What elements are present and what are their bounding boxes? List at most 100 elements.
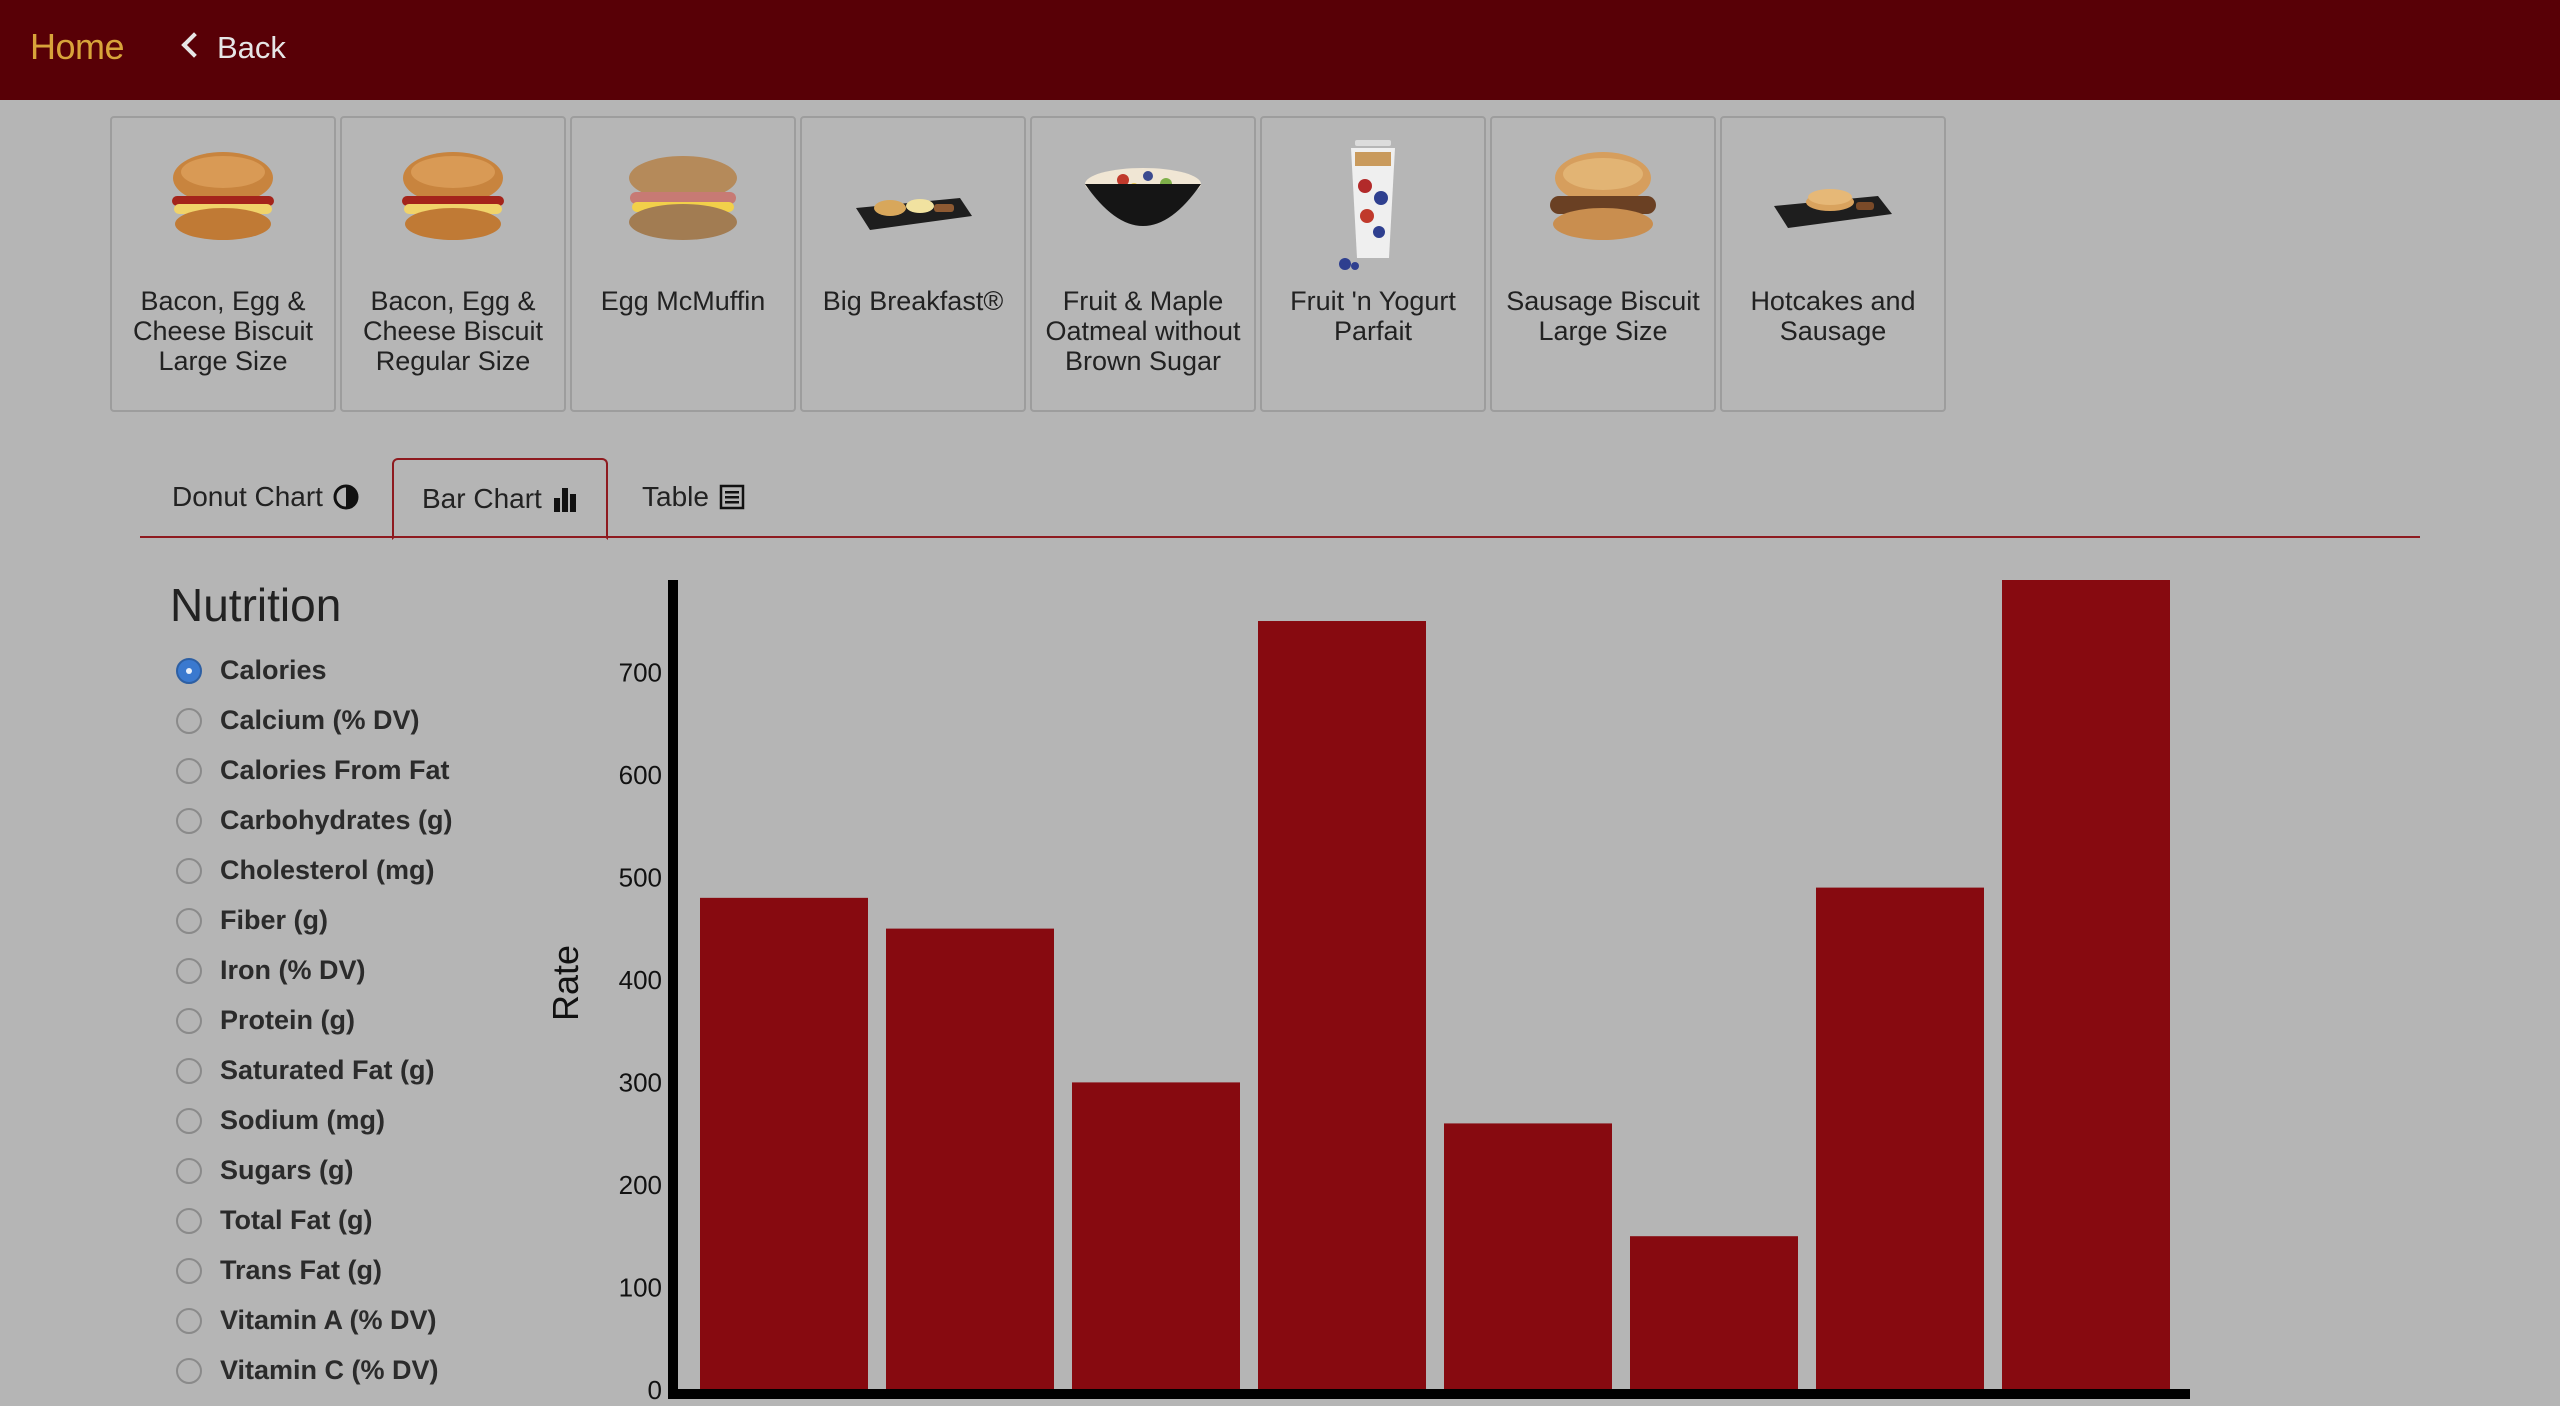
nutrition-option[interactable]: Calories <box>176 655 327 695</box>
tab-label: Table <box>642 481 709 512</box>
radio-button[interactable] <box>176 808 202 834</box>
nutrition-option-label: Protein (g) <box>220 1005 355 1035</box>
product-name: Sausage Biscuit Large Size <box>1506 286 1700 346</box>
nutrition-option-label: Total Fat (g) <box>220 1205 373 1235</box>
product-name: Bacon, Egg & Cheese Biscuit Large Size <box>132 286 314 376</box>
nutrition-option[interactable]: Vitamin A (% DV) <box>176 1305 437 1345</box>
bar[interactable]: Fruit 'n Yogurt Parfait <box>1630 1236 1798 1390</box>
y-axis-title: Rate <box>545 945 586 1021</box>
nutrition-option[interactable]: Total Fat (g) <box>176 1205 372 1245</box>
bar[interactable]: Bacon, Egg & Cheese Biscuit Regular Size <box>886 928 1054 1390</box>
breakfast-platter-icon <box>856 198 972 230</box>
bar-chart: Bacon, Egg & Cheese Biscuit Large SizeBa… <box>545 580 2190 1405</box>
nutrition-option-label: Saturated Fat (g) <box>220 1055 435 1085</box>
nutrition-option-label: Calcium (% DV) <box>220 705 420 735</box>
tab-bar-chart[interactable]: Bar Chart <box>392 458 608 540</box>
product-name: Egg McMuffin <box>600 286 766 316</box>
y-tick-label: 500 <box>619 862 662 892</box>
oatmeal-bowl-icon <box>1085 168 1201 226</box>
y-tick-label: 400 <box>619 965 662 995</box>
nutrition-option[interactable]: Iron (% DV) <box>176 955 366 995</box>
product-card[interactable]: Big Breakfast® <box>800 116 1026 412</box>
product-name: Fruit 'n Yogurt Parfait <box>1290 286 1456 346</box>
biscuit-sandwich-icon <box>172 152 274 240</box>
chevron-left-icon <box>181 32 207 58</box>
radio-button[interactable] <box>176 1008 202 1034</box>
product-name: Bacon, Egg & Cheese Biscuit Regular Size <box>362 286 544 376</box>
bar[interactable]: Egg McMuffin <box>1072 1082 1240 1390</box>
nutrition-option[interactable]: Calories From Fat <box>176 755 450 795</box>
tab-label: Bar Chart <box>422 483 542 514</box>
nutrition-option[interactable]: Fiber (g) <box>176 905 328 945</box>
nutrition-option-label: Sugars (g) <box>220 1155 354 1185</box>
tabs-underline <box>140 536 2420 538</box>
y-tick-label: 200 <box>619 1170 662 1200</box>
radio-button[interactable] <box>176 658 202 684</box>
home-link[interactable]: Home <box>30 26 125 68</box>
y-tick-label: 700 <box>619 657 662 687</box>
nutrition-option-label: Iron (% DV) <box>220 955 366 985</box>
radio-button[interactable] <box>176 958 202 984</box>
nutrition-option[interactable]: Sugars (g) <box>176 1155 354 1195</box>
y-tick-label: 0 <box>648 1375 662 1405</box>
radio-button[interactable] <box>176 858 202 884</box>
hotcakes-platter-icon <box>1774 189 1892 228</box>
nutrition-option-label: Vitamin A (% DV) <box>220 1305 437 1335</box>
radio-button[interactable] <box>176 1108 202 1134</box>
product-card[interactable]: Sausage Biscuit Large Size <box>1490 116 1716 412</box>
radio-button[interactable] <box>176 708 202 734</box>
bar[interactable]: Big Breakfast® <box>1258 621 1426 1390</box>
sausage-biscuit-icon <box>1550 152 1656 240</box>
nutrition-option-label: Calories <box>220 655 327 685</box>
back-label: Back <box>217 30 286 65</box>
parfait-cup-icon <box>1339 140 1395 270</box>
product-card[interactable]: Bacon, Egg & Cheese Biscuit Large Size <box>110 116 336 412</box>
y-tick-label: 100 <box>619 1272 662 1302</box>
bar[interactable]: Bacon, Egg & Cheese Biscuit Large Size <box>700 897 868 1390</box>
nutrition-option[interactable]: Trans Fat (g) <box>176 1255 382 1295</box>
tab-table[interactable]: Table <box>642 458 745 536</box>
tab-label: Donut Chart <box>172 481 323 512</box>
nutrition-option[interactable]: Protein (g) <box>176 1005 355 1045</box>
product-card[interactable]: Fruit & Maple Oatmeal without Brown Suga… <box>1030 116 1256 412</box>
nutrition-option[interactable]: Saturated Fat (g) <box>176 1055 435 1095</box>
radio-button[interactable] <box>176 758 202 784</box>
tab-donut-chart[interactable]: Donut Chart <box>172 458 359 536</box>
nutrition-option[interactable]: Sodium (mg) <box>176 1105 385 1145</box>
radio-button[interactable] <box>176 1158 202 1184</box>
nutrition-option-label: Vitamin C (% DV) <box>220 1355 439 1385</box>
bar[interactable]: Hotcakes and Sausage <box>2002 580 2170 1390</box>
product-name: Hotcakes and Sausage <box>1750 286 1916 346</box>
nutrition-option[interactable]: Vitamin C (% DV) <box>176 1355 439 1395</box>
radio-button[interactable] <box>176 1258 202 1284</box>
product-card[interactable]: Hotcakes and Sausage <box>1720 116 1946 412</box>
bar[interactable]: Fruit & Maple Oatmeal without Brown Suga… <box>1444 1123 1612 1390</box>
table-list-icon <box>719 484 745 510</box>
muffin-sandwich-icon <box>629 156 737 240</box>
nutrition-option[interactable]: Calcium (% DV) <box>176 705 420 745</box>
nutrition-option-label: Fiber (g) <box>220 905 328 935</box>
radio-button[interactable] <box>176 1058 202 1084</box>
nutrition-option-label: Trans Fat (g) <box>220 1255 383 1285</box>
half-circle-icon <box>333 484 359 510</box>
radio-button[interactable] <box>176 1358 202 1384</box>
nutrition-option[interactable]: Carbohydrates (g) <box>176 805 453 845</box>
product-card[interactable]: Egg McMuffin <box>570 116 796 412</box>
nutrition-title: Nutrition <box>170 579 342 631</box>
nutrition-option-label: Sodium (mg) <box>220 1105 385 1135</box>
bar-chart-icon <box>553 488 576 512</box>
nutrition-option-label: Cholesterol (mg) <box>220 855 435 885</box>
radio-button[interactable] <box>176 908 202 934</box>
back-button[interactable]: Back <box>181 30 286 66</box>
nutrition-option[interactable]: Cholesterol (mg) <box>176 855 435 895</box>
top-navbar: Home Back <box>0 0 2560 100</box>
product-name: Big Breakfast® <box>822 286 1004 316</box>
y-tick-label: 300 <box>619 1067 662 1097</box>
radio-button[interactable] <box>176 1208 202 1234</box>
y-tick-label: 600 <box>619 760 662 790</box>
product-name: Fruit & Maple Oatmeal without Brown Suga… <box>1045 286 1241 376</box>
product-card[interactable]: Fruit 'n Yogurt Parfait <box>1260 116 1486 412</box>
product-card[interactable]: Bacon, Egg & Cheese Biscuit Regular Size <box>340 116 566 412</box>
radio-button[interactable] <box>176 1308 202 1334</box>
bar[interactable]: Sausage Biscuit Large Size <box>1816 887 1984 1390</box>
